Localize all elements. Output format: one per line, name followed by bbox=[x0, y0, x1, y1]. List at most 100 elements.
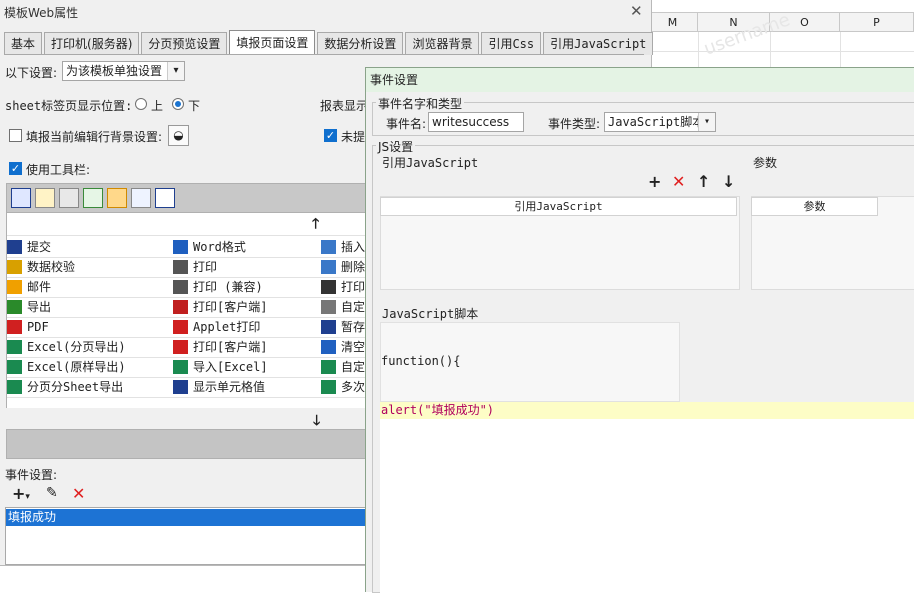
chevron-down-icon[interactable]: ▾ bbox=[698, 113, 715, 131]
excel-page-export-icon bbox=[7, 339, 22, 354]
move-up-icon[interactable]: ↑ bbox=[697, 174, 710, 190]
js-settings-legend: JS设置 bbox=[376, 138, 416, 155]
toolbar-button-show-cell-value[interactable]: 显示单元格值 bbox=[173, 377, 318, 397]
tab-bar: 基本 打印机(服务器) 分页预览设置 填报页面设置 数据分析设置 浏览器背景 引… bbox=[4, 30, 655, 55]
insert-row-icon[interactable] bbox=[131, 188, 151, 208]
grid-line bbox=[698, 32, 699, 70]
add-icon[interactable]: +▾ bbox=[12, 484, 30, 503]
blank-page-icon[interactable] bbox=[155, 188, 175, 208]
event-type-combo[interactable]: JavaScript脚本 ▾ bbox=[604, 112, 716, 132]
pdf-icon bbox=[7, 319, 22, 334]
use-toolbar-checkbox[interactable]: ✓ bbox=[9, 162, 22, 175]
toolbar-button-print-compatible[interactable]: 打印 (兼容) bbox=[173, 277, 318, 297]
toolbar-button-print-client-2[interactable]: 打印[客户端] bbox=[173, 337, 318, 357]
toolbar-button-applet-print[interactable]: Applet打印 bbox=[173, 317, 318, 337]
radio-up[interactable] bbox=[135, 98, 147, 110]
sheet-position-label: sheet标签页显示位置: bbox=[5, 99, 133, 113]
toolbar-button-excel-original-export[interactable]: Excel(原样导出) bbox=[7, 357, 167, 377]
toolbar-button-insert-row[interactable]: 插入 bbox=[321, 237, 367, 257]
pencil-icon[interactable] bbox=[35, 188, 55, 208]
dialog-title: 事件设置 bbox=[366, 68, 914, 92]
export-icon bbox=[7, 299, 22, 314]
delete-icon[interactable]: ✕ bbox=[72, 484, 85, 503]
chevron-down-icon[interactable]: ▾ bbox=[167, 62, 184, 80]
move-down-icon[interactable]: ↓ bbox=[722, 174, 735, 190]
email-icon bbox=[7, 279, 22, 294]
toolbar-button-label: 自定 bbox=[341, 360, 366, 374]
toolbar-button-custom-2[interactable]: 自定 bbox=[321, 357, 367, 377]
arrow-up-icon[interactable]: 🡑 bbox=[312, 213, 319, 237]
toolbar-button-label: 多次 bbox=[341, 380, 366, 394]
tab-basic[interactable]: 基本 bbox=[4, 32, 43, 55]
print-client-2-icon bbox=[173, 339, 188, 354]
toolbar-button-multiple[interactable]: 多次 bbox=[321, 377, 367, 397]
print-client-icon bbox=[173, 299, 188, 314]
function-header: function(){ bbox=[381, 354, 461, 368]
settings-combo[interactable]: 为该模板单独设置 ▾ bbox=[62, 61, 185, 81]
print-compatible-icon bbox=[173, 279, 188, 294]
column-header-p[interactable]: P bbox=[840, 12, 914, 32]
mail-icon[interactable] bbox=[107, 188, 127, 208]
report-display-label: 报表显示 bbox=[320, 99, 369, 113]
tab-ref-js[interactable]: 引用JavaScript bbox=[543, 32, 654, 55]
toolbar-button-email[interactable]: 邮件 bbox=[7, 277, 167, 297]
tab-fill-page[interactable]: 填报页面设置 bbox=[229, 30, 316, 55]
toolbar-button-print[interactable]: 打印 bbox=[173, 257, 318, 277]
toolbar-button-label: 暂存 bbox=[341, 320, 366, 334]
script-label: JavaScript脚本 bbox=[382, 307, 479, 321]
custom-icon bbox=[321, 299, 336, 314]
toolbar-button-print-move[interactable]: 打印 bbox=[321, 277, 367, 297]
toolbar-button-export[interactable]: 导出 bbox=[7, 297, 167, 317]
toolbar-button-list: 提交 Word格式 插入 数据校验 打印 删除 邮件 打印 (兼容) 打印 导出 打印[客户端] 自定… bbox=[6, 235, 367, 408]
tab-printer[interactable]: 打印机(服务器) bbox=[44, 32, 140, 55]
no-prompt-checkbox[interactable]: ✓ bbox=[324, 129, 337, 142]
event-type-label: 事件类型: bbox=[548, 117, 601, 131]
params-label: 参数 bbox=[753, 156, 778, 170]
event-name-input[interactable]: writesuccess bbox=[428, 112, 524, 132]
params-column-header[interactable]: 参数 bbox=[751, 197, 878, 216]
add-icon[interactable]: + bbox=[648, 174, 661, 190]
insert-row-icon bbox=[321, 239, 336, 254]
export-icon[interactable] bbox=[83, 188, 103, 208]
toolbar-button-excel-page-export[interactable]: Excel(分页导出) bbox=[7, 337, 167, 357]
toolbar-button-label: 导出 bbox=[27, 300, 52, 314]
toolbar-button-delete-row[interactable]: 删除 bbox=[321, 257, 367, 277]
radio-down[interactable] bbox=[172, 98, 184, 110]
toolbar-button-data-verify[interactable]: 数据校验 bbox=[7, 257, 167, 277]
toolbar-button-label: 打印 bbox=[341, 280, 366, 294]
toolbar-button-import-excel[interactable]: 导入[Excel] bbox=[173, 357, 318, 377]
script-line[interactable]: alert("填报成功") bbox=[380, 402, 914, 419]
event-list: 填报成功 bbox=[5, 507, 367, 565]
excel-original-export-icon bbox=[7, 359, 22, 374]
name-type-legend: 事件名字和类型 bbox=[376, 95, 465, 112]
toolbar-button-custom[interactable]: 自定 bbox=[321, 297, 367, 317]
edit-row-bg-checkbox[interactable] bbox=[9, 129, 22, 142]
row-divider bbox=[7, 397, 367, 398]
toolbar-button-pdf[interactable]: PDF bbox=[7, 317, 167, 337]
tab-browser-bg[interactable]: 浏览器背景 bbox=[405, 32, 480, 55]
toolbar-button-print-client[interactable]: 打印[客户端] bbox=[173, 297, 318, 317]
toolbar-preview-bottom bbox=[6, 429, 366, 459]
ref-js-label: 引用JavaScript bbox=[382, 156, 479, 170]
import-excel-icon bbox=[173, 359, 188, 374]
paint-bucket-icon[interactable]: ◒ bbox=[168, 125, 189, 146]
settings-label: 以下设置: bbox=[5, 66, 58, 80]
tab-ref-css[interactable]: 引用Css bbox=[481, 32, 542, 55]
close-icon[interactable]: ✕ bbox=[630, 2, 643, 20]
script-editor[interactable]: alert("填报成功") bbox=[380, 402, 914, 593]
toolbar-button-word-format[interactable]: Word格式 bbox=[173, 237, 318, 257]
tab-data-analysis[interactable]: 数据分析设置 bbox=[317, 32, 404, 55]
delete-icon[interactable]: ✕ bbox=[672, 174, 685, 190]
toolbar-button-clear[interactable]: 清空 bbox=[321, 337, 367, 357]
column-header-m[interactable]: M bbox=[648, 12, 698, 32]
event-item[interactable]: 填报成功 bbox=[6, 509, 366, 526]
save-icon[interactable] bbox=[11, 188, 31, 208]
grid-line bbox=[840, 32, 841, 70]
toolbar-button-temp-save[interactable]: 暂存 bbox=[321, 317, 367, 337]
toolbar-button-page-sheet-export[interactable]: 分页分Sheet导出 bbox=[7, 377, 167, 397]
ref-js-column-header[interactable]: 引用JavaScript bbox=[380, 197, 737, 216]
printer-icon[interactable] bbox=[59, 188, 79, 208]
toolbar-button-submit[interactable]: 提交 bbox=[7, 237, 167, 257]
edit-icon[interactable]: ✎ bbox=[46, 485, 58, 501]
tab-page-preview[interactable]: 分页预览设置 bbox=[141, 32, 228, 55]
